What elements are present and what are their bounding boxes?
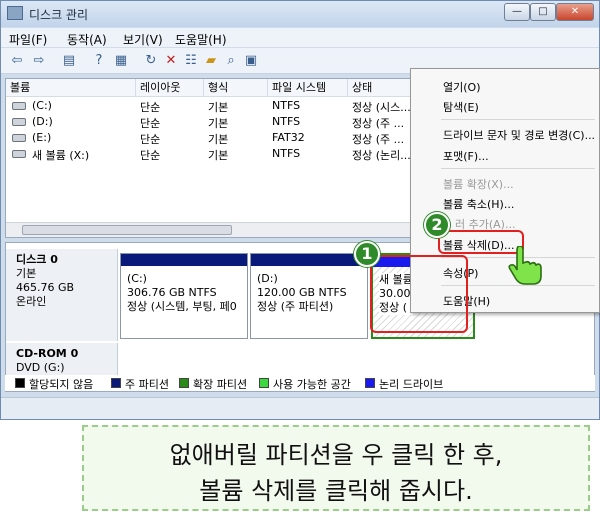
legend-swatch-extended [179,378,189,388]
legend-label: 사용 가능한 공간 [273,378,351,391]
export-icon[interactable]: ▣ [243,53,259,69]
partition-status: 정상 (주 파티션) [257,300,334,313]
menu-change-drive-letter[interactable]: 드라이브 문자 및 경로 변경(C)... [443,127,595,143]
partition-name: (C:) [127,272,147,285]
menu-format[interactable]: 포맷(F)... [443,148,489,164]
open-icon[interactable]: ▰ [203,53,219,69]
view-icon[interactable]: ▦ [113,53,129,69]
menu-separator [441,119,595,120]
column-header-filesystem[interactable]: 파일 시스템 [268,79,348,97]
volume-filesystem: NTFS [272,115,301,128]
disk-state: 온라인 [16,295,47,308]
column-header-type[interactable]: 형식 [204,79,268,97]
cdrom-0-label[interactable]: CD-ROM 0 DVD (G:) [6,343,118,375]
menu-extend-volume: 볼륨 확장(X)... [443,178,514,191]
legend-label: 주 파티션 [125,378,169,391]
search-icon[interactable]: ⌕ [223,53,239,69]
refresh-icon[interactable]: ↻ [143,53,159,69]
drive-icon [12,134,26,142]
volume-name: (E:) [32,131,52,144]
legend-label: 확장 파티션 [193,378,248,391]
volume-filesystem: NTFS [272,99,301,112]
volume-layout: 단순 [140,133,161,146]
menu-explore[interactable]: 탐색(E) [443,99,479,115]
legend-swatch-logical [365,378,375,388]
console-icon[interactable]: ▤ [61,53,77,69]
column-header-layout[interactable]: 레이아웃 [136,79,204,97]
back-arrow-icon[interactable]: ⇦ [9,53,25,69]
menu-file[interactable]: 파일(F) [9,31,47,48]
disk-type: 기본 [16,267,37,280]
volume-layout: 단순 [140,149,161,162]
highlight-target-partition [370,255,468,333]
volume-type: 기본 [208,133,229,146]
partition-name: (D:) [257,272,278,285]
menu-separator [441,168,595,169]
minimize-button[interactable]: — [504,3,530,21]
disk-management-icon [7,6,23,20]
legend-swatch-free [259,378,269,388]
legend-label: 논리 드라이브 [379,378,444,391]
partition-d[interactable]: (D:) 120.00 GB NTFS 정상 (주 파티션) [250,253,368,339]
legend-swatch-primary [111,378,121,388]
delete-icon[interactable]: ✕ [163,53,179,69]
volume-status: 정상 (주 ... [352,133,405,146]
partition-info: (D:) 120.00 GB NTFS 정상 (주 파티션) [257,272,347,314]
menu-help[interactable]: 도움말(H) [175,31,227,48]
disk-type: DVD (G:) [16,361,65,374]
hand-cursor-icon [508,246,542,285]
disk-size: 465.76 GB [16,281,75,294]
volume-status: 정상 (시스... [352,101,411,114]
properties-icon[interactable]: ☷ [183,53,199,69]
drive-icon [12,118,26,126]
window-title: 디스크 관리 [29,8,89,22]
instruction-caption: 없애버릴 파티션을 우 클릭 한 후, 볼륨 삭제를 클릭해 줍시다. [82,425,590,511]
menu-shrink-volume[interactable]: 볼륨 축소(H)... [443,196,514,212]
title-bar: 디스크 관리 — □ ✕ [1,1,599,27]
volume-name: (C:) [32,99,52,112]
partition-size: 120.00 GB NTFS [257,286,347,299]
menu-action[interactable]: 동작(A) [67,31,107,48]
volume-status: 정상 (논리... [352,149,411,162]
volume-filesystem: NTFS [272,147,301,160]
close-button[interactable]: ✕ [556,3,594,21]
partition-c[interactable]: (C:) 306.76 GB NTFS 정상 (시스템, 부팅, 페0 [120,253,248,339]
maximize-button[interactable]: □ [530,3,556,21]
volume-layout: 단순 [140,101,161,114]
drive-icon [12,102,26,110]
forward-arrow-icon[interactable]: ⇨ [31,53,47,69]
partition-info: (C:) 306.76 GB NTFS 정상 (시스템, 부팅, 페0 [127,272,237,314]
menu-open[interactable]: 열기(O) [443,79,480,95]
volume-layout: 단순 [140,117,161,130]
partition-status: 정상 (시스템, 부팅, 페0 [127,300,237,313]
disk-name: CD-ROM 0 [16,347,79,360]
drive-icon [12,150,26,158]
volume-filesystem: FAT32 [272,131,305,144]
legend: 할당되지 않음 주 파티션 확장 파티션 사용 가능한 공간 논리 드라이브 [5,375,595,391]
status-bar [1,397,599,419]
scrollbar-thumb[interactable] [22,225,232,235]
disk-name: 디스크 0 [16,253,58,266]
menu-view[interactable]: 보기(V) [123,31,163,48]
disk-0-label[interactable]: 디스크 0 기본 465.76 GB 온라인 [6,249,118,341]
volume-name: (D:) [32,115,53,128]
menu-bar: 파일(F) 동작(A) 보기(V) 도움말(H) [1,28,599,48]
step-1-badge: 1 [354,241,380,267]
partition-bar [121,254,247,266]
volume-type: 기본 [208,149,229,162]
volume-name: 새 볼륨 (X:) [32,149,90,162]
volume-type: 기본 [208,117,229,130]
volume-type: 기본 [208,101,229,114]
legend-label: 할당되지 않음 [29,378,94,391]
partition-bar [251,254,367,266]
step-2-badge: 2 [424,212,450,238]
caption-line-1: 없애버릴 파티션을 우 클릭 한 후, [169,441,503,469]
caption-line-2: 볼륨 삭제를 클릭해 줍시다. [199,477,473,505]
help-icon[interactable]: ? [91,53,107,69]
column-header-volume[interactable]: 볼륨 [6,79,136,97]
volume-status: 정상 (주 ... [352,117,405,130]
legend-swatch-unallocated [15,378,25,388]
partition-size: 306.76 GB NTFS [127,286,217,299]
